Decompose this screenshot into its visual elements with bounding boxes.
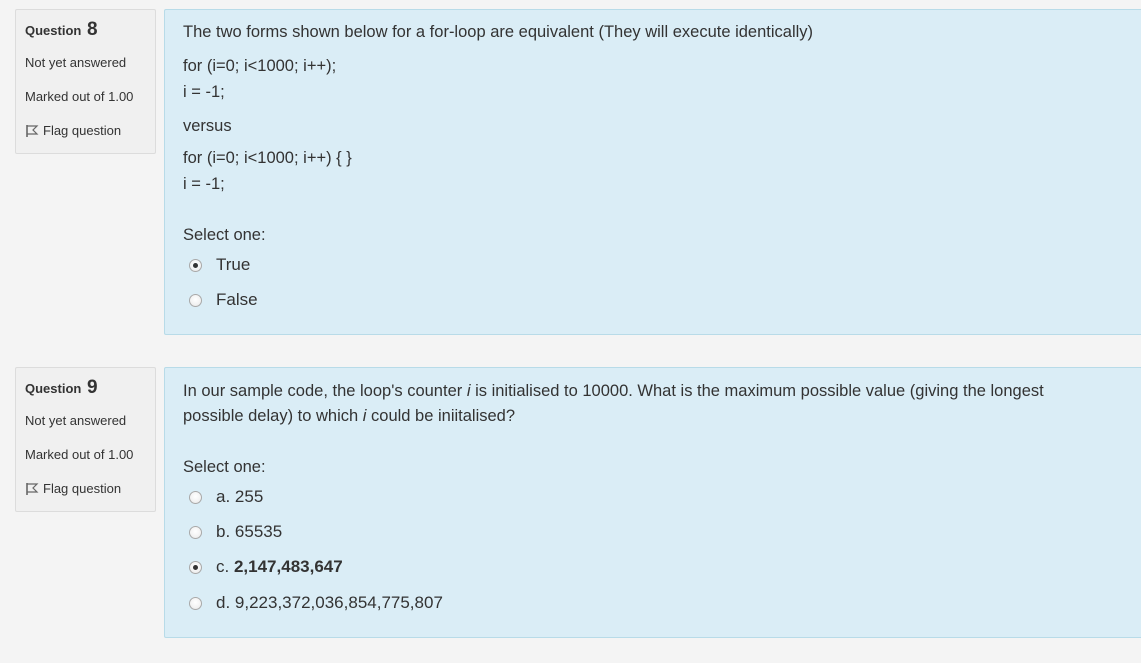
code-line: for (i=0; i<1000; i++); (183, 57, 337, 75)
option-prefix: a. (216, 487, 231, 506)
question-number: Question 8 (25, 19, 98, 41)
option-value: 255 (234, 487, 264, 506)
question-content: The two forms shown below for a for-loop… (164, 9, 1141, 335)
versus-text: versus (183, 117, 232, 135)
radio-option-b[interactable] (189, 526, 202, 539)
option-label-false[interactable]: False (216, 288, 258, 312)
option-label-b[interactable]: b. 65535 (216, 520, 282, 544)
option-prefix: c. (216, 557, 230, 576)
question-label: Question (25, 381, 82, 396)
select-one-prompt: Select one: (183, 226, 266, 244)
question-grade: Marked out of 1.00 (25, 89, 134, 104)
question-text-part: possible delay) to which (183, 407, 363, 425)
option-label-d[interactable]: d. 9,223,372,036,854,775,807 (216, 591, 443, 615)
flag-question-label: Flag question (43, 481, 122, 496)
option-value: 2,147,483,647 (233, 557, 343, 576)
code-line: i = -1; (183, 83, 225, 101)
question-number-value: 9 (86, 377, 98, 398)
option-value: 9,223,372,036,854,775,807 (234, 593, 443, 612)
question-number: Question 9 (25, 377, 98, 399)
radio-false[interactable] (189, 294, 202, 307)
question-text-part: could be iniitalised? (366, 407, 516, 425)
question-content: In our sample code, the loop's counter i… (164, 367, 1141, 638)
radio-true[interactable] (189, 259, 202, 272)
question-info-panel: Question 9 Not yet answered Marked out o… (15, 367, 156, 512)
option-label-a[interactable]: a. 255 (216, 485, 263, 509)
flag-icon (26, 125, 39, 137)
question-text-part: In our sample code, the loop's counter (183, 382, 467, 400)
flag-question-link[interactable]: Flag question (25, 481, 121, 496)
option-prefix: b. (216, 522, 231, 541)
radio-option-c[interactable] (189, 561, 202, 574)
question-state: Not yet answered (25, 413, 127, 428)
radio-option-a[interactable] (189, 491, 202, 504)
radio-option-d[interactable] (189, 597, 202, 610)
option-label-c[interactable]: c. 2,147,483,647 (216, 555, 343, 579)
question-state: Not yet answered (25, 55, 127, 70)
question-grade: Marked out of 1.00 (25, 447, 134, 462)
flag-question-label: Flag question (43, 123, 122, 138)
flag-question-link[interactable]: Flag question (25, 123, 121, 138)
option-prefix: d. (216, 593, 231, 612)
question-label: Question (25, 23, 82, 38)
question-info-panel: Question 8 Not yet answered Marked out o… (15, 9, 156, 154)
option-value: 65535 (234, 522, 283, 541)
option-label-true[interactable]: True (216, 253, 250, 277)
code-line: i = -1; (183, 175, 225, 193)
code-line: for (i=0; i<1000; i++) { } (183, 149, 352, 167)
question-number-value: 8 (86, 19, 98, 40)
question-text-part: is initialised to 10000. What is the max… (470, 382, 1044, 400)
flag-icon (26, 483, 39, 495)
question-text-line-2: possible delay) to which i could be inii… (183, 404, 515, 428)
question-text: The two forms shown below for a for-loop… (183, 23, 814, 41)
question-text-line-1: In our sample code, the loop's counter i… (183, 379, 1044, 403)
select-one-prompt: Select one: (183, 458, 266, 476)
